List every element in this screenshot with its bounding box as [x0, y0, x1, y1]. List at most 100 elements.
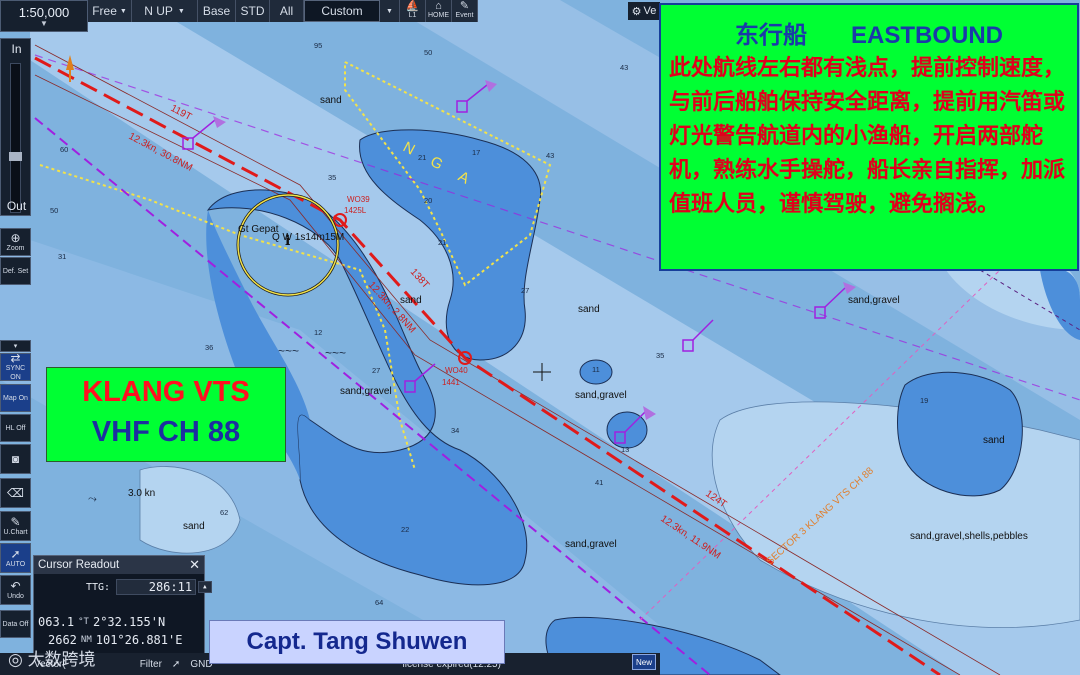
depth-sounding: 22 — [401, 525, 409, 534]
auto-button[interactable]: ➚ AUTO — [0, 543, 31, 573]
latitude-value: 2°32.155'N — [92, 615, 166, 629]
distance-unit: NM — [80, 635, 92, 645]
bearing-value: 063.1 — [38, 615, 75, 629]
undo-button[interactable]: ↶ Undo — [0, 575, 31, 605]
eastbound-notice: 东行船 EASTBOUND 此处航线左右都有浅点，提前控制速度，与前后船舶保持安全… — [659, 3, 1079, 271]
eraser-button[interactable]: ⌫ — [0, 478, 31, 508]
chart-icon: ⛵ — [405, 0, 420, 12]
depth-sounding: 64 — [375, 598, 383, 607]
seabed-label: sand,gravel — [575, 390, 627, 401]
depth-sounding: 35 — [328, 173, 336, 182]
orientation-button[interactable]: N UP ▼ — [132, 0, 198, 22]
chevron-down-icon: ▼ — [177, 7, 185, 15]
home-icon: ⌂ — [435, 0, 442, 12]
pointer-icon: ➚ — [171, 658, 181, 670]
event-button[interactable]: ✎ Event — [452, 0, 478, 22]
depth-sounding: 31 — [58, 252, 66, 261]
depth-sounding: 27 — [521, 286, 529, 295]
waypoint-label: WO40 — [445, 366, 468, 375]
zoom-slider[interactable] — [9, 63, 22, 213]
seabed-label: sand — [320, 95, 342, 106]
watermark: ◎ 大数跨境 — [8, 650, 96, 669]
cursor-readout-header[interactable]: Cursor Readout ✕ — [34, 556, 204, 574]
depth-sounding: 27 — [372, 366, 380, 375]
hl-button[interactable]: HL Off — [0, 414, 31, 442]
sync-button[interactable]: ⇄ SYNC ON — [0, 351, 31, 381]
navigation-warning-text: 此处航线左右都有浅点，提前控制速度，与前后船舶保持安全距离，提前用汽笛或灯光警告… — [669, 56, 1066, 217]
eastbound-title: 东行船 EASTBOUND — [734, 22, 1003, 49]
user-chart-button[interactable]: ✎ U.Chart — [0, 511, 31, 541]
close-icon[interactable]: ✕ — [189, 557, 200, 573]
depth-sounding: 21 — [438, 238, 446, 247]
current-label: 3.0 kn — [128, 488, 155, 499]
logo-icon: ◎ — [8, 650, 28, 669]
top-toolbar: Free ▼ N UP ▼ Base STD All Custom ▼ ⛵ L1 ⌂ H… — [88, 0, 478, 22]
seabed-label: sand,gravel — [340, 386, 392, 397]
seabed-label: sand — [400, 295, 422, 306]
current-arrow-icon: ⤳ — [88, 493, 97, 505]
waypoint-label: WO39 — [347, 195, 370, 204]
depth-sounding: 21 — [418, 153, 426, 162]
filter-status[interactable]: Filter — [140, 659, 162, 670]
depth-sounding: 11 — [592, 365, 600, 374]
waypoint-label: 1425L — [344, 206, 367, 215]
zoom-button[interactable]: ⊕ Zoom — [0, 228, 31, 256]
depth-sounding: 20 — [424, 196, 432, 205]
depth-sounding: 34 — [451, 426, 459, 435]
seabed-label: sand — [578, 304, 600, 315]
eraser-icon: ⌫ — [7, 486, 24, 500]
rock-symbol: ~~~ — [278, 344, 299, 358]
seabed-label: sand,gravel — [565, 539, 617, 550]
longitude-value: 101°26.881'E — [95, 633, 183, 647]
depth-sounding: 95 — [314, 41, 322, 50]
scale-selector[interactable]: 1:50,000 ▼ — [0, 0, 88, 32]
depth-sounding: 17 — [472, 148, 480, 157]
chevron-down-icon: ▾ — [13, 342, 18, 350]
custom-dropdown[interactable]: ▼ — [380, 0, 400, 22]
custom-button[interactable]: Custom — [304, 0, 380, 22]
depth-sounding: 50 — [50, 206, 58, 215]
pencil-icon: ✎ — [10, 514, 21, 529]
zoom-out-button[interactable]: Out — [1, 199, 32, 213]
map-button[interactable]: Map On — [0, 384, 31, 412]
seabed-label: sand — [983, 435, 1005, 446]
home-button[interactable]: ⌂ HOME — [426, 0, 452, 22]
chevron-down-icon: ▼ — [40, 18, 48, 28]
zoom-in-button[interactable]: In — [1, 42, 32, 56]
depth-sounding: 12 — [314, 328, 322, 337]
free-button[interactable]: Free ▼ — [88, 0, 132, 22]
pointer-icon: ➚ — [10, 546, 21, 561]
depth-sounding: 50 — [424, 48, 432, 57]
place-name: Gt Gepat — [238, 224, 279, 235]
seabed-label: sand,gravel,shells,pebbles — [910, 531, 1028, 542]
camera-button[interactable]: ◙ — [0, 444, 31, 474]
scale-value: 1:50,000 — [18, 4, 70, 20]
new-badge[interactable]: New — [632, 654, 656, 670]
data-button[interactable]: Data Off — [0, 610, 31, 638]
ttg-label: TTG: — [86, 581, 111, 593]
base-button[interactable]: Base — [198, 0, 236, 22]
depth-sounding: 41 — [595, 478, 603, 487]
ttg-stepper-icon[interactable]: ▴ — [198, 581, 212, 593]
vector-badge[interactable]: ⚙ Ve — [628, 2, 660, 20]
ttg-value: 286:11 — [116, 579, 197, 595]
chart-library-button[interactable]: ⛵ L1 — [400, 0, 426, 22]
bearing-unit: °T — [78, 617, 89, 627]
std-button[interactable]: STD — [236, 0, 270, 22]
gear-icon: ⚙ — [631, 5, 642, 18]
depth-sounding: 13 — [621, 445, 629, 454]
captain-credit: Capt. Tang Shuwen — [209, 620, 505, 664]
depth-sounding: 43 — [620, 63, 628, 72]
chevron-down-icon: ▼ — [386, 7, 393, 15]
depth-sounding: 43 — [546, 151, 554, 160]
zoom-slider-thumb[interactable] — [9, 152, 22, 161]
sync-icon: ⇄ — [10, 351, 21, 365]
rock-symbol: ~~~ — [325, 346, 346, 360]
vts-notice: KLANG VTS VHF CH 88 — [46, 367, 286, 462]
undo-icon: ↶ — [10, 578, 21, 593]
light-characteristic: Q W 1s14m15M — [272, 232, 344, 243]
vts-channel: VHF CH 88 — [91, 416, 241, 448]
def-set-button[interactable]: Def. Set — [0, 257, 31, 285]
event-icon: ✎ — [459, 0, 470, 12]
all-button[interactable]: All — [270, 0, 304, 22]
